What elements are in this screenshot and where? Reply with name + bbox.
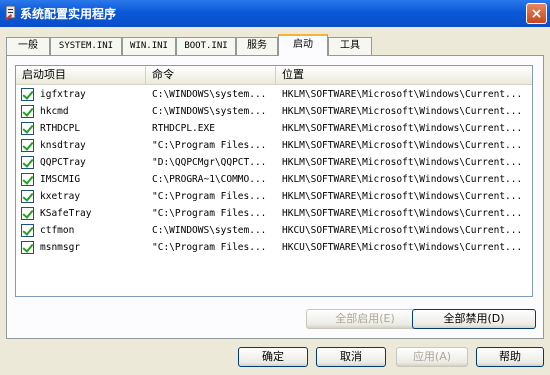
startup-checkbox[interactable] xyxy=(21,190,34,203)
window-title: 系统配置实用程序 xyxy=(20,7,117,21)
startup-checkbox[interactable] xyxy=(21,224,34,237)
table-row[interactable]: ctfmon C:\WINDOWS\system... HKCU\SOFTWARE\… xyxy=(16,222,532,239)
table-row[interactable]: kxetray "C:\Program Files... HKLM\SOFTWARE… xyxy=(16,188,532,205)
startup-command: "C:\Program Files... xyxy=(152,191,267,202)
tab-win-ini[interactable]: WIN.INI xyxy=(122,37,176,55)
startup-command: C:\WINDOWS\system... xyxy=(152,225,267,236)
startup-command: "C:\Program Files... xyxy=(152,140,267,151)
startup-command: C:\PROGRA~1\COMMO... xyxy=(152,174,267,185)
startup-location: HKLM\SOFTWARE\Microsoft\Windows\Current.… xyxy=(282,157,523,168)
title-bar: 系统配置实用程序 × xyxy=(0,0,550,27)
tab-tools[interactable]: 工具 xyxy=(328,37,372,55)
table-row[interactable]: msnmsgr "C:\Program Files... HKCU\SOFTWARE… xyxy=(16,239,532,256)
startup-location: HKCU\SOFTWARE\Microsoft\Windows\Current.… xyxy=(282,242,523,253)
startup-location: HKLM\SOFTWARE\Microsoft\Windows\Current.… xyxy=(282,89,523,100)
startup-checkbox[interactable] xyxy=(21,88,34,101)
startup-item-name: ctfmon xyxy=(40,225,75,236)
table-row[interactable]: KSafeTray "C:\Program Files... HKLM\SOFTWA… xyxy=(16,205,532,222)
startup-checkbox[interactable] xyxy=(21,139,34,152)
help-button[interactable]: 帮助 xyxy=(476,347,544,367)
startup-item-name: knsdtray xyxy=(40,140,86,151)
startup-item-name: msnmsgr xyxy=(40,242,81,253)
startup-command: "C:\Program Files... xyxy=(152,242,267,253)
startup-item-name: KSafeTray xyxy=(40,208,92,219)
cancel-button[interactable]: 取消 xyxy=(316,347,386,367)
table-row[interactable]: RTHDCPL RTHDCPL.EXE HKLM\SOFTWARE\Microsof… xyxy=(16,120,532,137)
startup-location: HKLM\SOFTWARE\Microsoft\Windows\Current.… xyxy=(282,140,523,151)
tab-startup[interactable]: 启动 xyxy=(278,34,328,56)
startup-command: C:\WINDOWS\system... xyxy=(152,89,267,100)
startup-item-name: igfxtray xyxy=(40,89,86,100)
column-header-command[interactable]: 命令 xyxy=(146,66,276,84)
startup-item-name: hkcmd xyxy=(40,106,69,117)
table-row[interactable]: IMSCMIG C:\PROGRA~1\COMMO... HKLM\SOFTWARE… xyxy=(16,171,532,188)
close-button[interactable]: × xyxy=(526,3,547,24)
apply-button[interactable]: 应用(A) xyxy=(396,347,468,367)
close-icon: × xyxy=(530,6,543,22)
table-row[interactable]: knsdtray "C:\Program Files... HKLM\SOFTWAR… xyxy=(16,137,532,154)
table-row[interactable]: igfxtray C:\WINDOWS\system... HKLM\SOFTWAR… xyxy=(16,86,532,103)
startup-checkbox[interactable] xyxy=(21,173,34,186)
startup-item-name: IMSCMIG xyxy=(40,174,81,185)
startup-checkbox[interactable] xyxy=(21,156,34,169)
tab-system-ini[interactable]: SYSTEM.INI xyxy=(50,37,122,55)
column-header-item[interactable]: 启动项目 xyxy=(16,66,146,84)
startup-location: HKLM\SOFTWARE\Microsoft\Windows\Current.… xyxy=(282,174,523,185)
column-header-location[interactable]: 位置 xyxy=(276,66,532,84)
startup-list[interactable]: 启动项目 命令 位置 igfxtray C:\WINDOWS\system... H… xyxy=(15,65,533,297)
startup-item-name: RTHDCPL xyxy=(40,123,81,134)
startup-item-name: kxetray xyxy=(40,191,81,202)
table-row[interactable]: QQPCTray "D:\QQPCMgr\QQPCT... HKLM\SOFTWAR… xyxy=(16,154,532,171)
tab-boot-ini[interactable]: BOOT.INI xyxy=(176,37,236,55)
enable-all-button[interactable]: 全部启用(E) xyxy=(306,309,424,329)
startup-location: HKCU\SOFTWARE\Microsoft\Windows\Current.… xyxy=(282,225,523,236)
tab-services[interactable]: 服务 xyxy=(236,37,278,55)
startup-command: "C:\Program Files... xyxy=(152,208,267,219)
ok-button[interactable]: 确定 xyxy=(238,347,308,367)
startup-checkbox[interactable] xyxy=(21,105,34,118)
startup-item-name: QQPCTray xyxy=(40,157,86,168)
startup-command: "D:\QQPCMgr\QQPCT... xyxy=(152,157,267,168)
tab-general[interactable]: 一般 xyxy=(6,37,50,55)
startup-location: HKLM\SOFTWARE\Microsoft\Windows\Current.… xyxy=(282,123,523,134)
startup-location: HKLM\SOFTWARE\Microsoft\Windows\Current.… xyxy=(282,191,523,202)
startup-command: C:\WINDOWS\system... xyxy=(152,106,267,117)
startup-checkbox[interactable] xyxy=(21,122,34,135)
startup-command: RTHDCPL.EXE xyxy=(152,123,215,134)
startup-location: HKLM\SOFTWARE\Microsoft\Windows\Current.… xyxy=(282,208,523,219)
startup-checkbox[interactable] xyxy=(21,207,34,220)
table-row[interactable]: hkcmd C:\WINDOWS\system... HKLM\SOFTWARE\M… xyxy=(16,103,532,120)
list-header: 启动项目 命令 位置 xyxy=(16,66,532,85)
app-icon xyxy=(5,5,16,20)
startup-checkbox[interactable] xyxy=(21,241,34,254)
disable-all-button[interactable]: 全部禁用(D) xyxy=(412,309,536,329)
startup-location: HKLM\SOFTWARE\Microsoft\Windows\Current.… xyxy=(282,106,523,117)
